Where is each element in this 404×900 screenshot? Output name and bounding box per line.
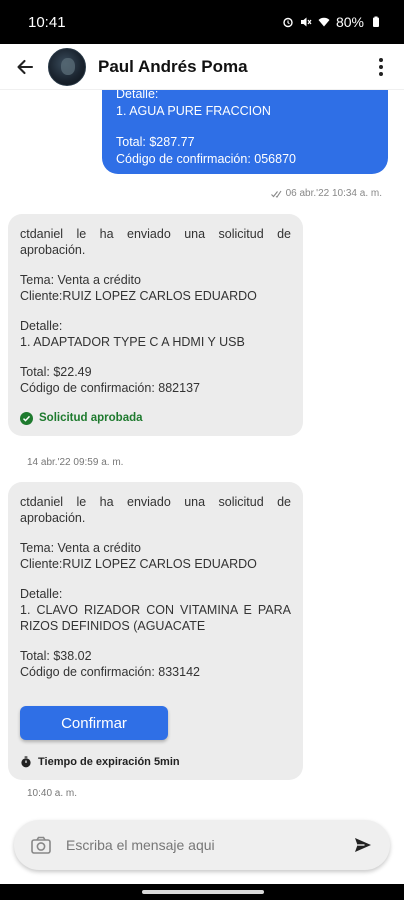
arrow-left-icon bbox=[17, 59, 34, 74]
request-item: 1. ADAPTADOR TYPE C A HDMI Y USB bbox=[20, 335, 245, 349]
request-topic: Tema: Venta a crédito bbox=[20, 541, 141, 555]
message-line: Detalle: bbox=[116, 90, 159, 101]
timer-icon bbox=[21, 756, 31, 768]
expiry-notice: Tiempo de expiración 5min bbox=[20, 754, 291, 770]
message-composer bbox=[14, 820, 390, 870]
contact-name[interactable]: Paul Andrés Poma bbox=[98, 57, 370, 77]
status-time: 10:41 bbox=[28, 13, 66, 31]
message-list[interactable]: Detalle: 1. AGUA PURE FRACCION Total: $2… bbox=[0, 90, 404, 810]
message-code: Código de confirmación: 056870 bbox=[116, 152, 296, 166]
request-total: Total: $22.49 bbox=[20, 365, 92, 379]
approval-request-card: ctdaniel le ha enviado una solicitud de … bbox=[8, 214, 303, 436]
mute-icon bbox=[300, 17, 312, 27]
approval-request-card: ctdaniel le ha enviado una solicitud de … bbox=[8, 482, 303, 780]
chat-screen: 10:41 80% Paul Andrés Poma Detalle: 1. A… bbox=[0, 0, 404, 900]
message-total: Total: $287.77 bbox=[116, 135, 195, 149]
kebab-dot bbox=[379, 64, 383, 69]
battery-percent: 80% bbox=[335, 14, 364, 30]
request-code: Código de confirmación: 833142 bbox=[20, 665, 200, 679]
kebab-dot bbox=[379, 71, 383, 76]
request-intro: ctdaniel le ha enviado una solicitud de … bbox=[20, 495, 291, 525]
alarm-icon bbox=[283, 17, 293, 28]
request-topic: Tema: Venta a crédito bbox=[20, 273, 141, 287]
check-circle-icon bbox=[20, 411, 33, 425]
status-icons: 80% bbox=[282, 14, 382, 30]
request-code: Código de confirmación: 882137 bbox=[20, 381, 200, 395]
outgoing-timestamp-row: 06 abr.'22 10:34 a. m. bbox=[270, 188, 382, 199]
message-timestamp: 14 abr.'22 09:59 a. m. bbox=[27, 457, 124, 468]
send-button[interactable] bbox=[352, 834, 374, 856]
message-timestamp: 06 abr.'22 10:34 a. m. bbox=[285, 188, 382, 199]
expiry-label: Tiempo de expiración 5min bbox=[38, 756, 180, 768]
message-line: 1. AGUA PURE FRACCION bbox=[116, 104, 271, 118]
status-bar: 10:41 80% bbox=[0, 0, 404, 44]
outgoing-message: Detalle: 1. AGUA PURE FRACCION Total: $2… bbox=[102, 90, 388, 174]
confirm-button[interactable]: Confirmar bbox=[20, 706, 168, 740]
home-indicator[interactable] bbox=[142, 890, 264, 894]
request-client: Cliente:RUIZ LOPEZ CARLOS EDUARDO bbox=[20, 289, 257, 303]
kebab-dot bbox=[379, 57, 383, 62]
message-timestamp: 10:40 a. m. bbox=[27, 788, 78, 799]
chat-header: Paul Andrés Poma bbox=[0, 44, 404, 90]
avatar[interactable] bbox=[48, 47, 86, 86]
request-item: 1. CLAVO RIZADOR CON VITAMINA E PARA RIZ… bbox=[20, 603, 291, 633]
send-icon bbox=[355, 838, 371, 852]
approved-label: Solicitud aprobada bbox=[39, 412, 143, 424]
request-detail-label: Detalle: bbox=[20, 319, 63, 333]
battery-icon bbox=[373, 16, 379, 27]
request-intro: ctdaniel le ha enviado una solicitud de … bbox=[20, 227, 291, 257]
request-total: Total: $38.02 bbox=[20, 649, 92, 663]
more-options-button[interactable] bbox=[370, 54, 392, 80]
request-detail-label: Detalle: bbox=[20, 587, 63, 601]
camera-icon[interactable] bbox=[30, 834, 52, 856]
request-client: Cliente:RUIZ LOPEZ CARLOS EDUARDO bbox=[20, 557, 257, 571]
double-check-icon bbox=[270, 190, 282, 198]
back-button[interactable] bbox=[12, 54, 38, 80]
message-input[interactable] bbox=[66, 837, 352, 853]
wifi-icon bbox=[318, 17, 330, 27]
approved-status: Solicitud aprobada bbox=[20, 410, 291, 426]
